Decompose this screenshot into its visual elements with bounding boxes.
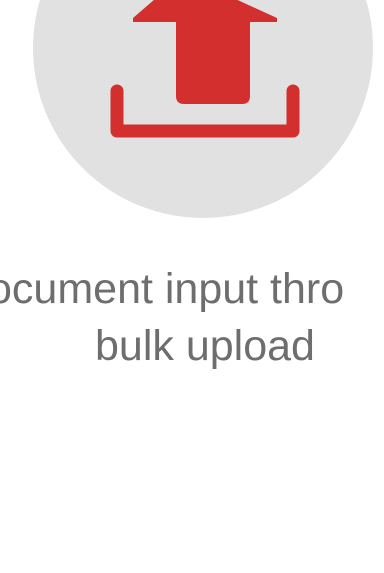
caption-line-1: ocument input thro — [0, 263, 384, 315]
upload-arrow-shape — [133, 0, 277, 104]
caption-line-1-text: ocument input thro — [0, 265, 345, 313]
bulk-upload-card[interactable]: ocument input thro bulk upload — [0, 0, 384, 573]
upload-icon — [110, 0, 300, 138]
caption-line-2: bulk upload — [95, 322, 315, 370]
